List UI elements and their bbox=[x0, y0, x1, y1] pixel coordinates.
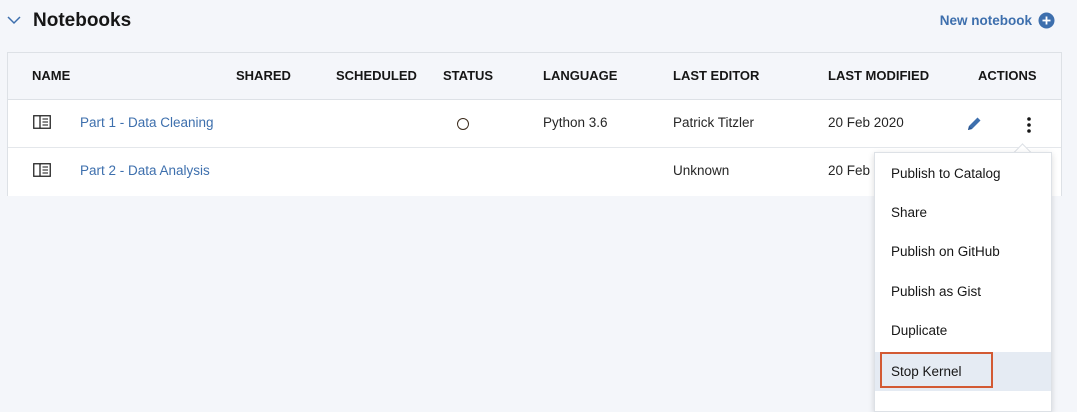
notebook-icon bbox=[33, 163, 51, 177]
menu-item-label: Publish to Catalog bbox=[891, 166, 1001, 181]
pencil-icon[interactable] bbox=[965, 115, 983, 133]
last-modified-cell: 20 Feb 2020 bbox=[828, 115, 904, 130]
menu-item-label: Publish on GitHub bbox=[891, 244, 1000, 259]
last-modified-cell: 20 Feb bbox=[828, 163, 871, 178]
column-header-actions: ACTIONS bbox=[978, 68, 1037, 83]
column-header-shared[interactable]: SHARED bbox=[236, 68, 291, 83]
menu-item-publish-on-github[interactable]: Publish on GitHub bbox=[875, 232, 1051, 271]
menu-item-stop-kernel[interactable]: Stop Kernel bbox=[875, 352, 1051, 391]
chevron-down-icon[interactable] bbox=[6, 12, 22, 28]
table-row[interactable]: Part 1 - Data Cleaning Python 3.6 Patric… bbox=[8, 100, 1061, 148]
menu-item-label: Publish as Gist bbox=[891, 284, 982, 299]
add-circle-icon[interactable] bbox=[1038, 12, 1055, 29]
menu-item-share[interactable]: Share bbox=[875, 193, 1051, 232]
overflow-menu-icon[interactable] bbox=[1020, 115, 1038, 135]
column-header-name[interactable]: NAME bbox=[32, 68, 70, 83]
notebook-name-link[interactable]: Part 2 - Data Analysis bbox=[80, 163, 210, 178]
menu-item-label: Share bbox=[891, 205, 928, 220]
menu-item-publish-as-gist[interactable]: Publish as Gist bbox=[875, 272, 1051, 311]
notebook-icon bbox=[33, 115, 51, 129]
notebook-name-link[interactable]: Part 1 - Data Cleaning bbox=[80, 115, 214, 130]
column-header-last-modified[interactable]: LAST MODIFIED bbox=[828, 68, 929, 83]
column-header-language[interactable]: LANGUAGE bbox=[543, 68, 617, 83]
last-editor-cell: Unknown bbox=[673, 163, 730, 178]
column-header-status[interactable]: STATUS bbox=[443, 68, 493, 83]
section-title: Notebooks bbox=[33, 10, 132, 31]
menu-item-label: Duplicate bbox=[891, 323, 948, 338]
new-notebook-button[interactable]: New notebook bbox=[940, 12, 1055, 29]
kernel-status-icon bbox=[457, 118, 469, 130]
language-cell: Python 3.6 bbox=[543, 115, 608, 130]
notebooks-section-header: Notebooks New notebook bbox=[0, 0, 1077, 44]
column-header-scheduled[interactable]: SCHEDULED bbox=[336, 68, 417, 83]
new-notebook-label[interactable]: New notebook bbox=[940, 13, 1032, 28]
table-header: NAME SHARED SCHEDULED STATUS LANGUAGE LA… bbox=[8, 53, 1061, 100]
menu-item-label: Stop Kernel bbox=[891, 364, 962, 379]
menu-item-duplicate[interactable]: Duplicate bbox=[875, 311, 1051, 350]
last-editor-cell: Patrick Titzler bbox=[673, 115, 755, 130]
menu-item-publish-to-catalog[interactable]: Publish to Catalog bbox=[875, 154, 1051, 193]
column-header-last-editor[interactable]: LAST EDITOR bbox=[673, 68, 759, 83]
overflow-menu: Publish to Catalog Share Publish on GitH… bbox=[874, 152, 1052, 412]
